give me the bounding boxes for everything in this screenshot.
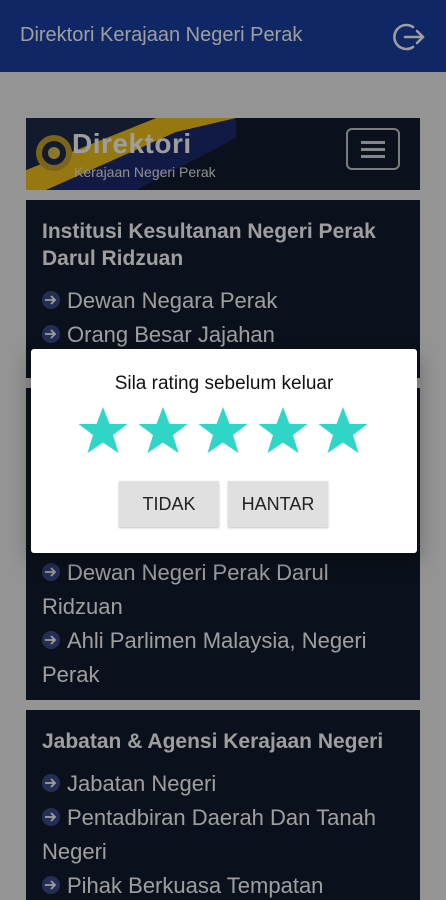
cancel-button[interactable]: TIDAK (119, 481, 219, 527)
star-icon[interactable] (137, 405, 189, 457)
dialog-title: Sila rating sebelum keluar (114, 373, 334, 394)
star-rating (77, 405, 377, 459)
star-icon[interactable] (197, 405, 249, 457)
rating-dialog: Sila rating sebelum keluar TIDAK HANTAR (31, 349, 417, 553)
star-icon[interactable] (77, 405, 129, 457)
star-icon[interactable] (317, 405, 369, 457)
submit-button[interactable]: HANTAR (228, 481, 328, 527)
star-icon[interactable] (257, 405, 309, 457)
